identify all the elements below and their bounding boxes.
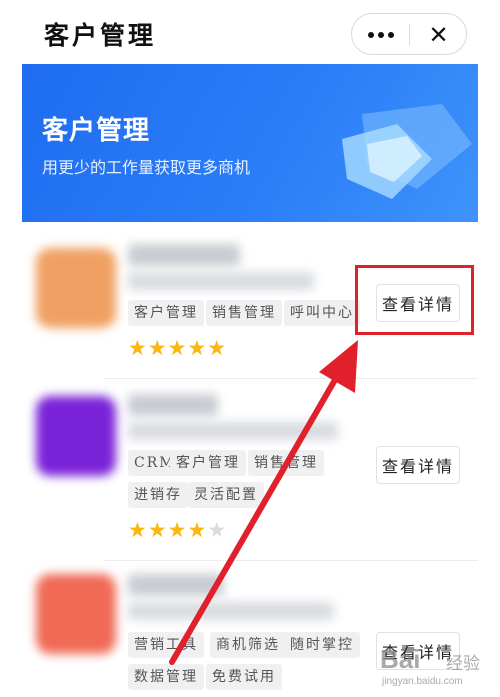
app-desc-blurred [128,602,334,620]
watermark-cn: 经验 [446,654,480,674]
divider [104,560,478,561]
tag: 进销存 [128,482,188,508]
app-desc-blurred [128,272,314,290]
tag: 客户管理 [170,450,246,476]
list-item[interactable]: CRM 客户管理 销售管理 进销存 灵活配置 ★★★★★ 查看详情 [22,380,478,560]
annotation-highlight-box [355,265,474,335]
mini-program-capsule: ✕ [351,13,467,55]
watermark-main: Bai [380,644,421,674]
watermark: Bai 经验 jingyan.baidu.com [380,644,498,687]
more-dots-icon [367,32,374,38]
app-logo [36,396,116,476]
rating-stars: ★★★★★ [128,518,228,542]
tag: 随时掌控 [284,632,360,658]
banner-subtitle: 用更少的工作量获取更多商机 [42,158,251,177]
tag: 销售管理 [206,300,282,326]
page-title: 客户管理 [44,21,157,50]
close-button[interactable]: ✕ [410,14,467,56]
rating-stars: ★★★★★ [128,336,228,360]
tag: 免费试用 [206,664,282,690]
app-logo [36,574,116,654]
banner-title: 客户管理 [42,116,151,146]
watermark-url: jingyan.baidu.com [382,676,463,687]
app-name-blurred [128,574,224,596]
tag: 灵活配置 [188,482,264,508]
top-bar: 客户管理 ✕ [0,0,500,64]
tag: 销售管理 [248,450,324,476]
tag: 客户管理 [128,300,204,326]
tag: 呼叫中心 [284,300,360,326]
tag: 营销工具 [128,632,204,658]
app-name-blurred [128,244,240,266]
divider [104,378,478,379]
more-button[interactable] [352,14,409,56]
hero-banner: 客户管理 用更少的工作量获取更多商机 [22,64,478,222]
tag: 数据管理 [128,664,204,690]
app-name-blurred [128,394,218,416]
tag: 商机筛选 [210,632,286,658]
app-desc-blurred [128,422,338,440]
close-icon: ✕ [428,21,449,49]
handshake-icon [342,104,472,199]
view-details-button[interactable]: 查看详情 [376,446,460,484]
app-logo [36,248,116,328]
